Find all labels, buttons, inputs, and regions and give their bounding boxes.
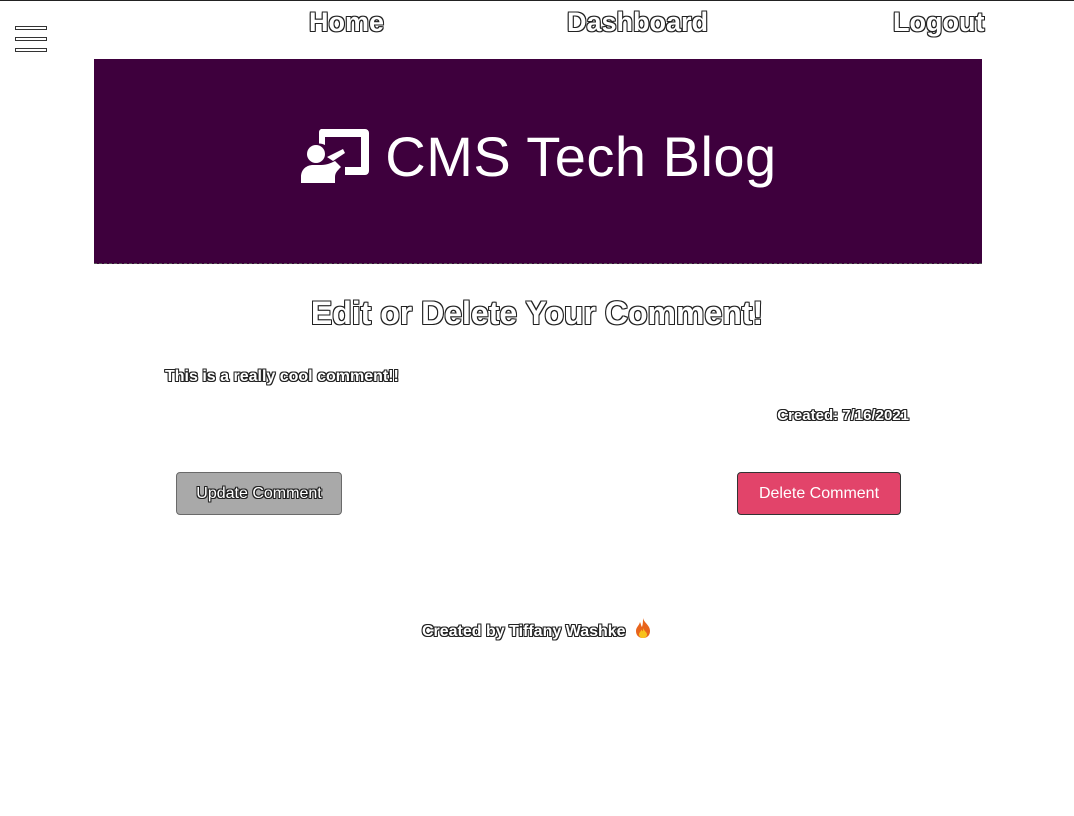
banner-content: CMS Tech Blog: [299, 124, 776, 189]
site-banner: CMS Tech Blog: [94, 59, 982, 264]
hamburger-menu-icon[interactable]: [15, 26, 47, 56]
comment-created-date: Created: 7/16/2021: [777, 407, 909, 424]
nav-home-link[interactable]: Home: [309, 7, 384, 38]
nav-dashboard-link[interactable]: Dashboard: [567, 7, 708, 38]
nav-logout-link[interactable]: Logout: [893, 7, 984, 38]
chalkboard-teacher-icon: [301, 129, 370, 183]
delete-comment-button[interactable]: Delete Comment: [737, 472, 901, 515]
banner-title: CMS Tech Blog: [385, 124, 777, 188]
page-title: Edit or Delete Your Comment!: [310, 295, 764, 331]
fire-icon: [636, 618, 651, 638]
footer: Created by Tiffany Washke: [0, 617, 1074, 641]
update-comment-button[interactable]: Update Comment: [176, 472, 342, 515]
comment-text: This is a really cool comment!!: [165, 368, 399, 385]
footer-credit: Created by Tiffany Washke: [421, 623, 626, 640]
